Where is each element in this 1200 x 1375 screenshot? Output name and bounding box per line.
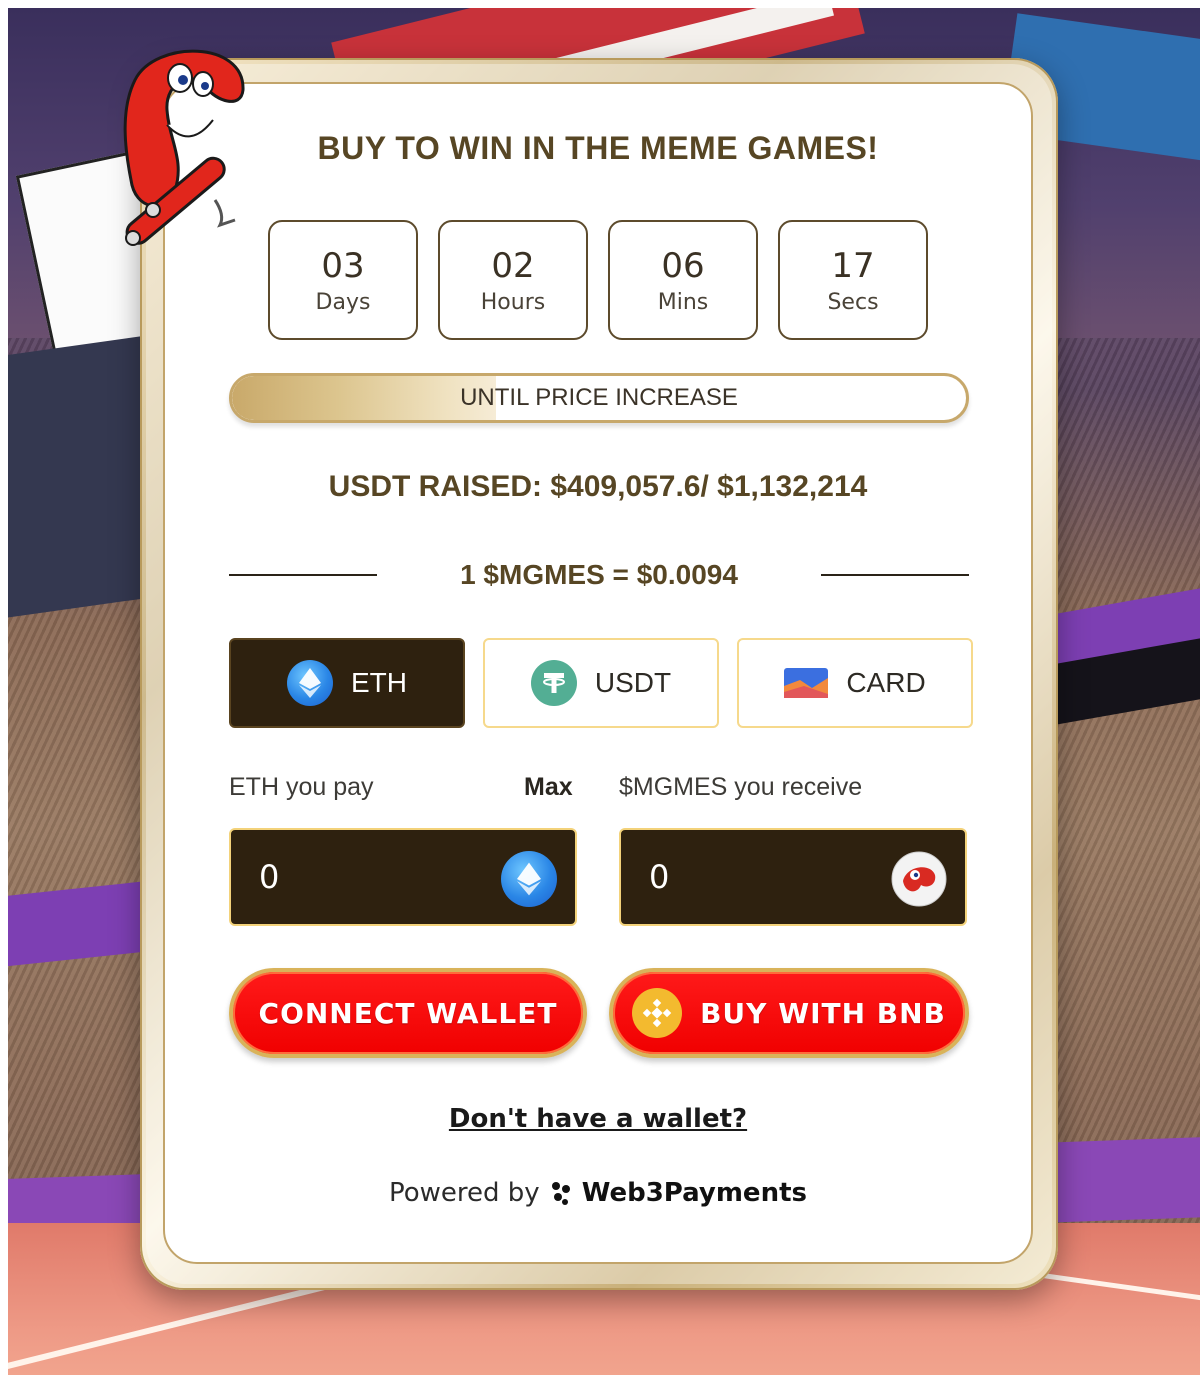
web3payments-logo-icon bbox=[551, 1182, 570, 1205]
connect-wallet-button[interactable]: CONNECT WALLET bbox=[229, 968, 587, 1058]
max-button[interactable]: Max bbox=[524, 773, 573, 802]
countdown-value: 03 bbox=[321, 245, 365, 286]
countdown-label: Secs bbox=[827, 289, 879, 315]
card-icon bbox=[784, 668, 829, 698]
countdown-label: Mins bbox=[657, 289, 709, 315]
page-title: BUY TO WIN IN THE MEME GAMES! bbox=[317, 130, 879, 166]
powered-by-prefix: Powered by bbox=[389, 1178, 540, 1208]
countdown-mins: 06 Mins bbox=[608, 220, 758, 340]
divider bbox=[821, 574, 969, 576]
mgmes-token-icon bbox=[891, 851, 947, 907]
countdown-hours: 02 Hours bbox=[438, 220, 588, 340]
buy-with-bnb-label: BUY WITH BNB bbox=[700, 996, 946, 1030]
tab-label: CARD bbox=[846, 667, 926, 698]
receive-amount-value[interactable]: 0 bbox=[649, 830, 669, 924]
pay-label: ETH you pay bbox=[229, 773, 374, 801]
connect-wallet-label: CONNECT WALLET bbox=[258, 996, 558, 1030]
countdown-secs: 17 Secs bbox=[778, 220, 928, 340]
payment-method-tabs: ETH USDT CARD bbox=[229, 638, 973, 728]
tab-card[interactable]: CARD bbox=[737, 638, 973, 728]
no-wallet-link[interactable]: Don't have a wallet? bbox=[163, 1104, 1033, 1134]
countdown-value: 02 bbox=[491, 245, 535, 286]
pay-amount-field[interactable]: 0 bbox=[229, 828, 577, 926]
tab-usdt[interactable]: USDT bbox=[483, 638, 719, 728]
countdown-days: 03 Days bbox=[268, 220, 418, 340]
bnb-icon bbox=[632, 988, 683, 1038]
eth-icon bbox=[501, 851, 557, 907]
progress-label: UNTIL PRICE INCREASE bbox=[460, 384, 738, 411]
web3payments-brand: Web3Payments bbox=[581, 1178, 807, 1208]
countdown-value: 06 bbox=[661, 245, 705, 286]
tab-eth[interactable]: ETH bbox=[229, 638, 465, 728]
usdt-icon bbox=[530, 660, 577, 706]
token-price-row: 1 $MGMES = $0.0094 bbox=[229, 555, 969, 595]
countdown-value: 17 bbox=[831, 245, 875, 286]
receive-amount-field[interactable]: 0 bbox=[619, 828, 967, 926]
buy-with-bnb-button[interactable]: BUY WITH BNB bbox=[609, 968, 969, 1058]
powered-by: Powered by Web3Payments bbox=[163, 1178, 1033, 1208]
usdt-raised-text: USDT RAISED: $409,057.6/ $1,132,214 bbox=[328, 470, 868, 503]
eth-icon bbox=[287, 660, 333, 706]
receive-label: $MGMES you receive bbox=[619, 773, 863, 801]
countdown-timer: 03 Days 02 Hours 06 Mins 17 Secs bbox=[268, 220, 928, 340]
countdown-label: Days bbox=[315, 289, 371, 315]
price-progress-bar: UNTIL PRICE INCREASE bbox=[229, 373, 969, 423]
countdown-label: Hours bbox=[480, 289, 546, 315]
tab-label: USDT bbox=[594, 667, 672, 698]
pay-amount-value[interactable]: 0 bbox=[259, 830, 279, 924]
tab-label: ETH bbox=[351, 667, 407, 698]
